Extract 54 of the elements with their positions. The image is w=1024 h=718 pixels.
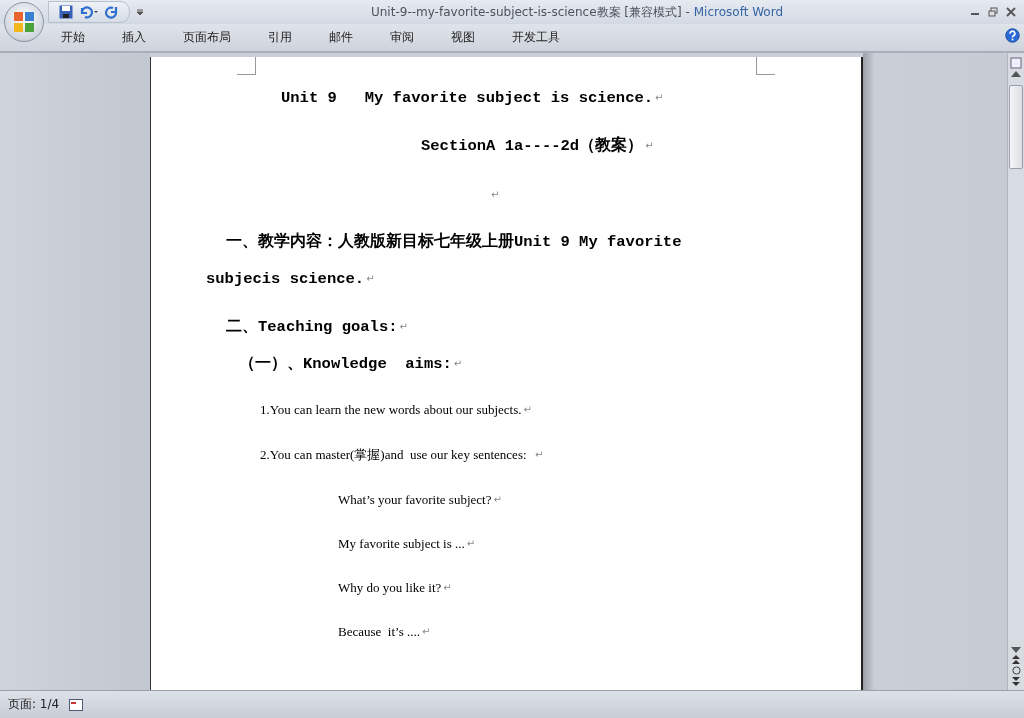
paragraph-mark: ↵ [399, 320, 408, 334]
paragraph-mark: ↵ [453, 357, 463, 371]
customize-dropdown-icon[interactable] [136, 8, 144, 16]
paragraph-mark: ↵ [523, 403, 532, 417]
close-icon[interactable] [1006, 7, 1016, 17]
ribbon-tab[interactable]: 插入 [113, 25, 160, 50]
paragraph-mark: ↵ [645, 139, 654, 153]
paragraph-mark: ↵ [443, 581, 452, 595]
paragraph-text: （一）、Knowledge aims: [239, 355, 452, 373]
ribbon-tab[interactable]: 引用 [259, 25, 306, 50]
paragraph-text: 一、教学内容：人教版新目标七年级上册Unit 9 My favorite [226, 233, 682, 251]
vertical-scrollbar[interactable] [1007, 53, 1024, 690]
ribbon-tab[interactable]: 开始 [52, 25, 99, 50]
paragraph-mark: ↵ [366, 272, 375, 286]
office-button[interactable] [4, 2, 44, 42]
paragraph-mark: ↵ [493, 493, 502, 507]
ruler-toggle-icon[interactable] [1010, 57, 1022, 69]
paragraph-text: Because it’s .... [338, 623, 420, 641]
paragraph-text: 2.You can master(掌握)and use our key sentences: [260, 446, 528, 464]
next-page-icon[interactable] [1012, 677, 1020, 686]
paragraph-text: SectionA 1a----2d（教案） [421, 137, 644, 155]
save-icon[interactable] [59, 5, 73, 19]
paragraph-text: 1.You can learn the new words about our subjects. [260, 401, 522, 419]
ribbon-tab[interactable]: 视图 [442, 25, 489, 50]
redo-icon[interactable] [105, 5, 119, 19]
browse-object-icon[interactable] [1011, 666, 1021, 675]
ribbon-tab[interactable]: 开发工具 [503, 25, 574, 50]
scroll-up-icon[interactable] [1011, 71, 1021, 77]
ribbon-tab[interactable]: 邮件 [320, 25, 367, 50]
undo-icon[interactable] [79, 5, 99, 19]
ribbon-tab[interactable]: 审阅 [381, 25, 428, 50]
scroll-down-icon[interactable] [1011, 647, 1021, 653]
window-title: Unit-9--my-favorite-subject-is-science教案 [兼容模式] - Microsoft Word [370, 3, 784, 21]
previous-page-icon[interactable] [1012, 655, 1020, 664]
office-logo-icon [13, 11, 35, 33]
crop-mark [756, 57, 775, 75]
crop-mark [237, 57, 256, 75]
paragraph-text: 二、Teaching goals: [226, 318, 398, 336]
paragraph-text: My favorite subject is ... [338, 535, 465, 553]
paragraph-text: What’s your favorite subject? [338, 491, 492, 509]
paragraph-text: Unit 9 My favorite subject is science. [281, 89, 654, 107]
paragraph-mark: ↵ [466, 537, 476, 551]
paragraph-mark: ↵ [421, 625, 431, 639]
scroll-thumb[interactable] [1009, 85, 1023, 169]
help-icon[interactable] [1005, 28, 1020, 43]
page-indicator[interactable]: 页面: 1/4 [8, 696, 60, 713]
paragraph-mark: ↵ [535, 448, 544, 462]
restore-icon[interactable] [988, 7, 998, 17]
paragraph-mark: ↵ [655, 91, 664, 105]
paragraph-text: subjecis science. [206, 270, 365, 288]
ribbon-tab[interactable]: 页面布局 [174, 25, 245, 50]
paragraph-text: Why do you like it? [338, 579, 442, 597]
document-check-icon[interactable] [69, 698, 84, 711]
paragraph-mark: ↵ [491, 188, 500, 202]
